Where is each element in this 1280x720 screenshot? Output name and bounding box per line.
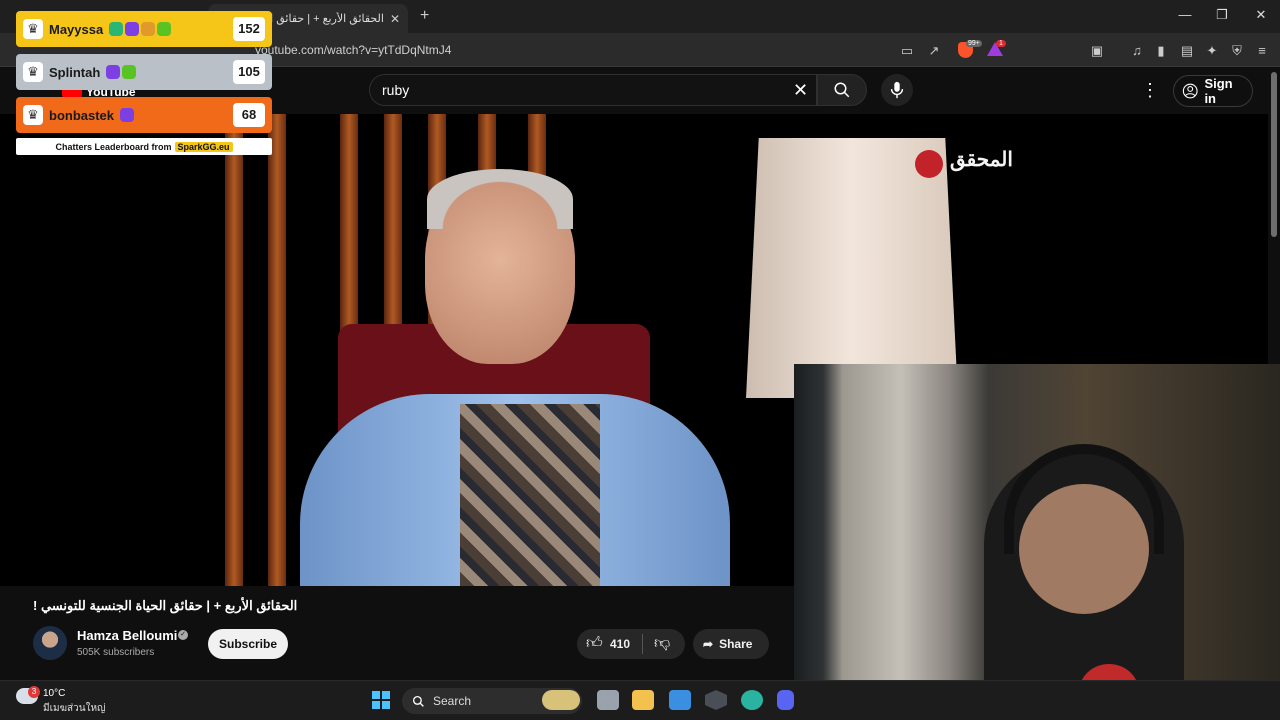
weather-temperature[interactable]: 10°C (43, 688, 65, 699)
leaderboard-footer-text: Chatters Leaderboard from (55, 141, 172, 152)
webcam-overlay (794, 364, 1280, 720)
leaderboard-brand: SparkGG.eu (174, 141, 233, 152)
sign-in-label: Sign in (1204, 76, 1233, 106)
subscriber-count: 505K subscribers (77, 647, 155, 658)
background-slat (268, 114, 286, 586)
prime-badge-icon (106, 65, 121, 79)
sign-in-button[interactable]: Sign in (1173, 75, 1253, 107)
leaderboard-row: ♛ bonbastek 68 (16, 97, 272, 133)
background-slat (225, 114, 243, 586)
screenshot-icon[interactable]: ▣ (1089, 43, 1105, 59)
leaderboard-name: Mayyssa (49, 21, 104, 37)
more-options-icon[interactable]: ⋮ (1141, 80, 1159, 101)
microphone-icon (890, 81, 904, 99)
badge-group (109, 22, 227, 36)
star-badge-icon (122, 65, 137, 79)
crown-icon: ♛ (23, 62, 43, 82)
leaderboard-name: bonbastek (49, 107, 115, 123)
badge-group (120, 108, 227, 122)
subscribe-button[interactable]: Subscribe (208, 629, 288, 659)
crown-icon: ♛ (23, 105, 43, 125)
prime-badge-icon (125, 22, 140, 36)
brave-shields-count: 99+ (966, 40, 982, 47)
search-input[interactable] (369, 74, 817, 106)
share-icon: ➦ (703, 637, 714, 651)
menu-icon[interactable]: ≡ (1254, 43, 1270, 59)
video-watermark: المحقق (950, 149, 1013, 171)
like-count[interactable]: 410 (610, 637, 630, 651)
minimize-button[interactable]: — (1175, 7, 1195, 22)
leaderboard-footer: Chatters Leaderboard from SparkGG.eu (16, 138, 272, 155)
weather-badge: 3 (28, 686, 40, 698)
dislike-icon[interactable]: 👎︎ (654, 634, 670, 653)
store-icon[interactable] (669, 690, 691, 710)
file-explorer-icon[interactable] (632, 690, 654, 710)
video-title: الحقائق الأربع + | حقائق الحياة الجنسية … (33, 598, 298, 613)
rewards-badge: 1 (996, 40, 1006, 47)
share-page-icon[interactable]: ↗ (926, 43, 942, 59)
close-window-button[interactable]: ✕ (1251, 7, 1271, 23)
scrollbar-thumb[interactable] (1271, 72, 1277, 237)
crown-icon: ♛ (23, 19, 43, 39)
verified-icon: ✓ (178, 630, 188, 640)
url-text[interactable]: youtube.com/watch?v=ytTdDqNtmJ4 (255, 43, 451, 57)
cast-icon[interactable]: ▭ (899, 43, 915, 59)
maximize-button[interactable]: ❐ (1212, 7, 1232, 23)
search-highlight-icon[interactable] (542, 690, 580, 710)
leaderboard-row: ♛ Mayyssa 152 (16, 11, 272, 47)
star-badge-icon (157, 22, 172, 36)
weather-description[interactable]: มีเมฆส่วนใหญ่ (43, 701, 106, 716)
watermark-logo-icon (915, 150, 943, 178)
media-icon[interactable]: ♫ (1129, 43, 1145, 59)
vpn-icon[interactable]: ⛨ (1229, 43, 1245, 59)
new-tab-button[interactable]: + (420, 7, 429, 25)
leaderboard-score: 68 (233, 103, 265, 127)
discord-icon[interactable] (777, 690, 794, 710)
leaderboard-row: ♛ Splintah 105 (16, 54, 272, 90)
channel-avatar[interactable] (33, 626, 67, 660)
leaderboard-name: Splintah (49, 64, 101, 80)
badge-icon (109, 22, 124, 36)
clear-search-icon[interactable]: ✕ (793, 80, 808, 101)
channel-name[interactable]: Hamza Belloumi (77, 628, 177, 643)
tab-close-icon[interactable]: ✕ (390, 12, 400, 26)
task-view-icon[interactable] (597, 690, 619, 710)
wallet-icon[interactable]: ▤ (1179, 43, 1195, 59)
badge-icon (141, 22, 156, 36)
edge-icon[interactable] (741, 690, 763, 710)
search-query: ruby (382, 82, 410, 98)
share-button[interactable]: ➦ Share (693, 629, 769, 659)
badge-group (106, 65, 227, 79)
like-divider (642, 634, 643, 654)
share-label: Share (719, 637, 753, 651)
search-icon (412, 695, 424, 707)
headset (1004, 444, 1164, 554)
windows-start-icon[interactable] (372, 691, 390, 709)
prime-badge-icon (120, 108, 135, 122)
leo-icon[interactable]: ✦ (1204, 43, 1220, 59)
taskbar-search-label: Search (433, 694, 472, 708)
leaderboard-score: 152 (233, 17, 265, 41)
like-icon[interactable]: 👍︎ (586, 634, 603, 653)
voice-search-button[interactable] (881, 74, 913, 106)
speaker-scarf (460, 404, 600, 586)
sidebar-icon[interactable]: ▮ (1153, 43, 1169, 59)
speaker-hair (427, 169, 573, 229)
account-icon (1182, 83, 1198, 99)
search-icon (834, 82, 850, 98)
search-button[interactable] (817, 74, 867, 106)
leaderboard-score: 105 (233, 60, 265, 84)
